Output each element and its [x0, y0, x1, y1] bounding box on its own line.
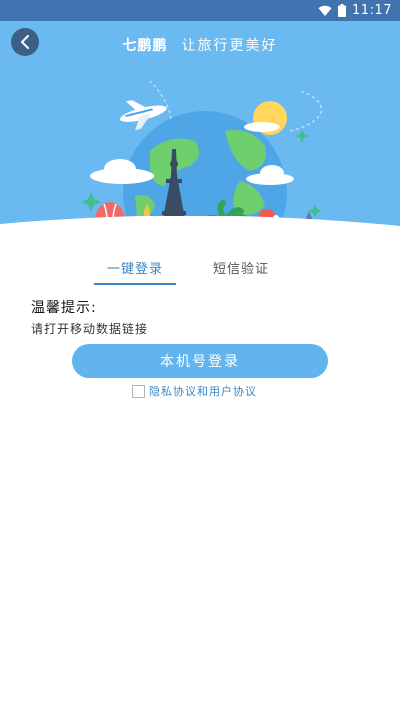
header-curve [0, 216, 400, 245]
app-slogan: 让旅行更美好 [181, 38, 278, 54]
agreement-checkbox[interactable] [132, 384, 145, 398]
status-time: 11:17 [352, 3, 392, 18]
active-tab-underline [94, 283, 176, 285]
hint-text: 请打开移动数据链接 [31, 322, 149, 336]
tab-sms-verification[interactable]: 短信验证 [213, 258, 269, 277]
battery-icon [338, 4, 347, 17]
status-icons: 11:17 [318, 2, 392, 19]
wifi-icon [318, 5, 332, 16]
login-tabs: 一键登录 短信验证 [0, 252, 400, 286]
status-bar: 11:17 [0, 0, 400, 21]
agreement-row: 隐私协议和用户协议 [132, 383, 257, 399]
tab-one-click-login[interactable]: 一键登录 [107, 258, 163, 277]
header-banner: 七鹏鹏 让旅行更美好 [0, 21, 400, 245]
header-title-row: 七鹏鹏 让旅行更美好 [0, 35, 400, 55]
agreement-link[interactable]: 隐私协议和用户协议 [149, 383, 257, 399]
phone-login-button[interactable]: 本机号登录 [72, 344, 328, 378]
hint-title: 温馨提示: [31, 300, 97, 316]
app-name: 七鹏鹏 [122, 38, 168, 54]
